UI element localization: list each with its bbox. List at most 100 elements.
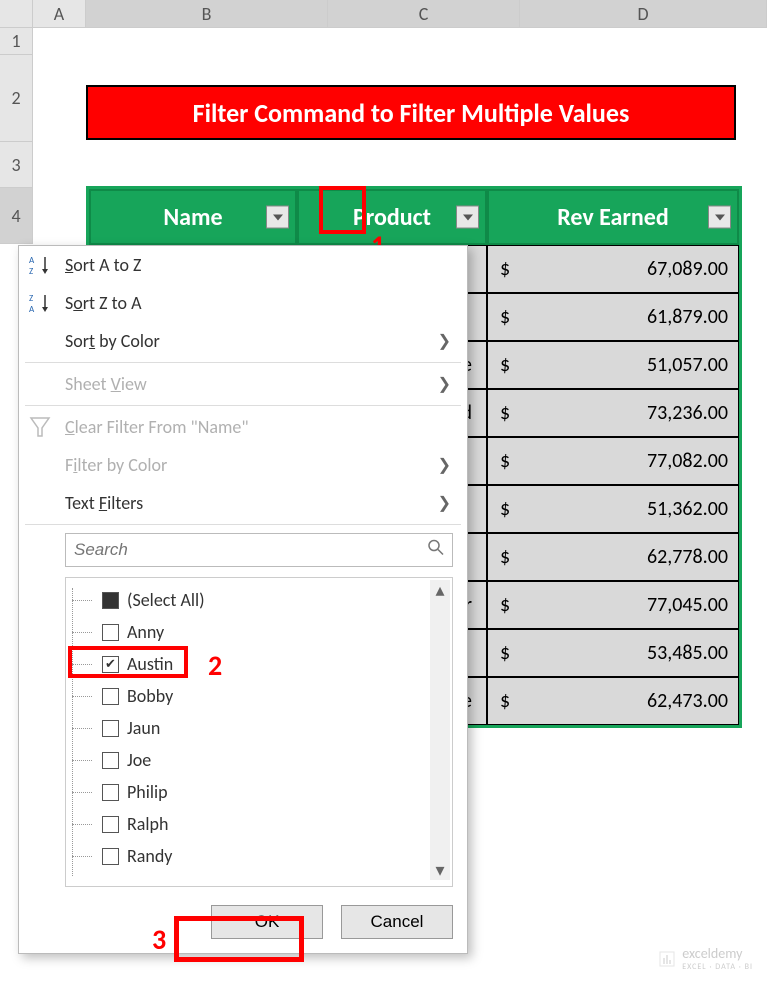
filter-check-label: Philip xyxy=(127,781,168,803)
table-header-row: Name Product Rev Earned xyxy=(89,189,739,245)
filter-check-label: Randy xyxy=(127,845,172,867)
filter-check-label: Bobby xyxy=(127,685,173,707)
menu-sort-za[interactable]: ZA Sort Z to A xyxy=(19,284,467,322)
checklist-scrollbar[interactable]: ▴ ▾ xyxy=(430,580,450,880)
checkbox-icon xyxy=(102,752,119,769)
scroll-up-icon[interactable]: ▴ xyxy=(430,580,450,600)
col-header-b[interactable]: B xyxy=(86,0,328,27)
cell-rev[interactable]: $51,362.00 xyxy=(487,485,739,533)
menu-sheet-view: Sheet View ❯ xyxy=(19,365,467,403)
currency-symbol: $ xyxy=(500,689,510,713)
filter-check-item[interactable]: (Select All) xyxy=(72,584,452,616)
filter-check-item[interactable]: Philip xyxy=(72,776,452,808)
filter-dropdown: AZ SSort A to Zort A to Z ZA Sort Z to A… xyxy=(18,245,468,954)
menu-separator xyxy=(25,362,461,363)
filter-check-label: Anny xyxy=(127,621,164,643)
header-name-label: Name xyxy=(163,203,222,232)
svg-text:A: A xyxy=(29,255,35,266)
checkbox-checked-icon: ✔ xyxy=(102,656,119,673)
col-header-d[interactable]: D xyxy=(520,0,767,27)
menu-clear-filter: Clear Filter From "Name" xyxy=(19,408,467,446)
filter-check-item[interactable]: Jaun xyxy=(72,712,452,744)
cell-rev[interactable]: $77,045.00 xyxy=(487,581,739,629)
cell-rev[interactable]: $53,485.00 xyxy=(487,629,739,677)
menu-sort-za-label: Sort Z to A xyxy=(65,292,141,314)
currency-symbol: $ xyxy=(500,257,510,281)
menu-clear-filter-label: Clear Filter From "Name" xyxy=(65,416,249,438)
currency-symbol: $ xyxy=(500,401,510,425)
currency-symbol: $ xyxy=(500,593,510,617)
sort-az-icon: AZ xyxy=(29,254,55,276)
chevron-right-icon: ❯ xyxy=(438,493,451,513)
filter-check-item[interactable]: Joe xyxy=(72,744,452,776)
currency-symbol: $ xyxy=(500,545,510,569)
select-all-corner[interactable] xyxy=(0,0,33,27)
watermark-brand: exceldemy xyxy=(682,945,753,962)
filter-check-item[interactable]: Ralph xyxy=(72,808,452,840)
ok-button[interactable]: OK xyxy=(211,905,323,939)
title-banner: Filter Command to Filter Multiple Values xyxy=(86,85,736,140)
chevron-right-icon: ❯ xyxy=(438,374,451,394)
cell-rev[interactable]: $67,089.00 xyxy=(487,245,739,293)
row-header-4[interactable]: 4 xyxy=(0,188,33,244)
checkbox-icon xyxy=(102,816,119,833)
cell-rev[interactable]: $62,473.00 xyxy=(487,677,739,725)
header-rev: Rev Earned xyxy=(487,189,739,245)
cancel-button[interactable]: Cancel xyxy=(341,905,453,939)
filter-check-item[interactable]: Bobby xyxy=(72,680,452,712)
menu-sort-color-label: Sort by Color xyxy=(65,330,160,352)
header-name: Name xyxy=(89,189,297,245)
cell-rev[interactable]: $51,057.00 xyxy=(487,341,739,389)
filter-button-name[interactable] xyxy=(266,206,289,229)
checkbox-mixed-icon xyxy=(102,592,119,609)
menu-sheet-view-label: Sheet View xyxy=(65,373,147,395)
filter-search-input[interactable] xyxy=(65,533,453,567)
currency-symbol: $ xyxy=(500,641,510,665)
checkbox-icon xyxy=(102,720,119,737)
menu-text-filters-label: Text Filters xyxy=(65,492,143,514)
menu-filter-color-label: Filter by Color xyxy=(65,454,167,476)
currency-symbol: $ xyxy=(500,497,510,521)
filter-check-item[interactable]: Randy xyxy=(72,840,452,872)
svg-text:Z: Z xyxy=(29,293,33,304)
filter-check-label: Austin xyxy=(127,653,173,675)
row-header-1[interactable]: 1 xyxy=(0,28,33,55)
spreadsheet-grid: A B C D xyxy=(0,0,767,28)
filter-checklist: (Select All) Anny ✔ Austin Bobby Jaun Joe Phili… xyxy=(65,577,453,887)
chevron-right-icon: ❯ xyxy=(438,331,451,351)
title-text: Filter Command to Filter Multiple Values xyxy=(193,97,630,129)
row-header-2[interactable]: 2 xyxy=(0,55,33,142)
clear-filter-icon xyxy=(29,416,55,438)
cell-rev[interactable]: $77,082.00 xyxy=(487,437,739,485)
filter-button-rev[interactable] xyxy=(708,206,731,229)
filter-check-label: Jaun xyxy=(127,717,160,739)
filter-button-product[interactable] xyxy=(456,206,479,229)
sort-za-icon: ZA xyxy=(29,292,55,314)
cell-rev[interactable]: $73,236.00 xyxy=(487,389,739,437)
watermark: exceldemy EXCEL · DATA · BI xyxy=(658,945,753,972)
currency-symbol: $ xyxy=(500,449,510,473)
menu-sort-az[interactable]: AZ SSort A to Zort A to Z xyxy=(19,246,467,284)
menu-sort-color[interactable]: Sort by Color ❯ xyxy=(19,322,467,360)
filter-check-label: Ralph xyxy=(127,813,168,835)
currency-symbol: $ xyxy=(500,353,510,377)
col-header-a[interactable]: A xyxy=(33,0,86,27)
filter-check-label: Joe xyxy=(127,749,151,771)
col-header-c[interactable]: C xyxy=(328,0,520,27)
cell-rev[interactable]: $61,879.00 xyxy=(487,293,739,341)
header-rev-label: Rev Earned xyxy=(557,203,669,232)
menu-text-filters[interactable]: Text Filters ❯ xyxy=(19,484,467,522)
filter-check-item[interactable]: Anny xyxy=(72,616,452,648)
menu-separator xyxy=(25,405,461,406)
filter-check-item[interactable]: ✔ Austin xyxy=(72,648,452,680)
watermark-icon xyxy=(658,950,676,968)
column-headers: A B C D xyxy=(0,0,767,28)
checkbox-icon xyxy=(102,848,119,865)
scroll-down-icon[interactable]: ▾ xyxy=(430,860,450,880)
menu-separator xyxy=(25,524,461,525)
header-product-label: Product xyxy=(353,203,431,232)
checkbox-icon xyxy=(102,688,119,705)
filter-check-label: (Select All) xyxy=(127,589,205,611)
cell-rev[interactable]: $62,778.00 xyxy=(487,533,739,581)
row-header-3[interactable]: 3 xyxy=(0,142,33,188)
